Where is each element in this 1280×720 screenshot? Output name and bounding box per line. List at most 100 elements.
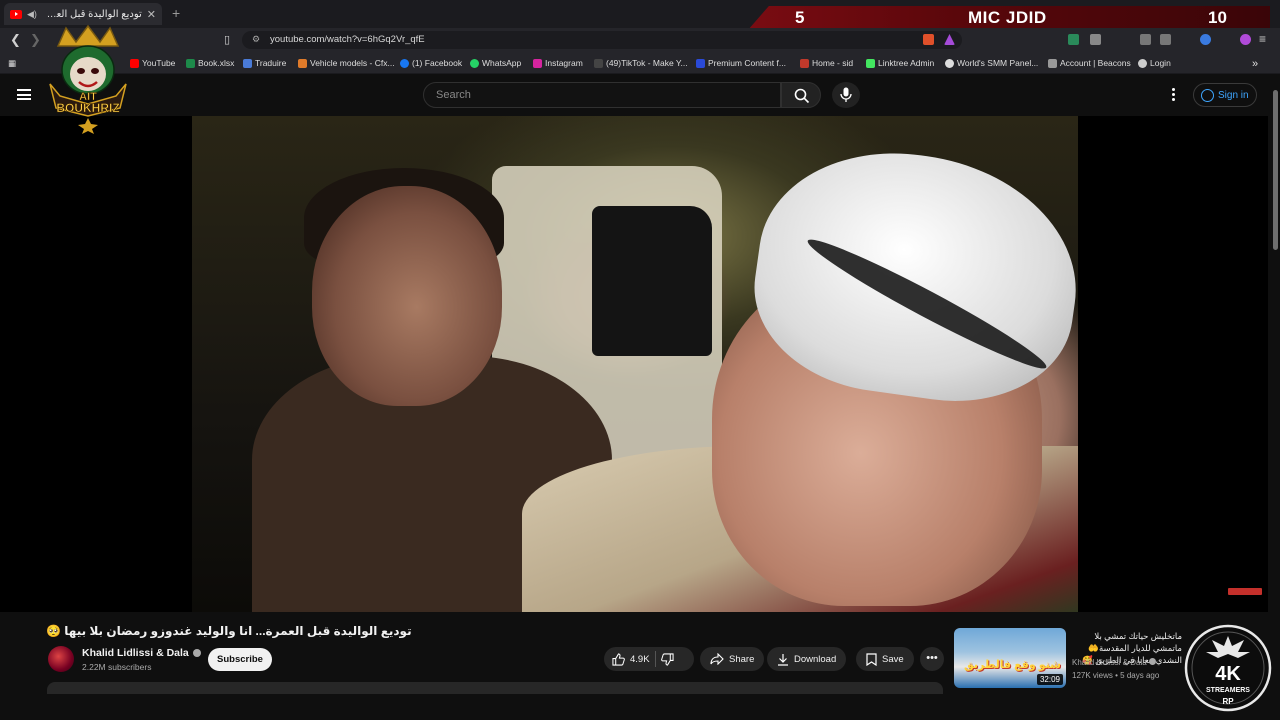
back-icon[interactable]: ❮ xyxy=(10,32,21,48)
badge-tag-text: RP xyxy=(1222,697,1234,706)
media-icon[interactable] xyxy=(1140,34,1151,45)
bookmark-favicon xyxy=(866,58,875,68)
streamer-logo: AIT BOUKHRIZ xyxy=(49,24,127,134)
browser-tab[interactable]: ◀) توديع الواليدة قبل العمرة... انا و ✕ xyxy=(4,3,162,25)
more-actions-icon[interactable]: ••• xyxy=(920,647,944,671)
bookmark-favicon xyxy=(1048,58,1057,68)
bookmark-linktree[interactable]: Linktree Admin xyxy=(866,58,934,68)
extension-icon[interactable] xyxy=(1068,34,1079,45)
save-label: Save xyxy=(882,653,904,665)
video-duration: 32:09 xyxy=(1036,674,1063,685)
bookmark-facebook[interactable]: (1) Facebook xyxy=(400,58,462,68)
video-player[interactable] xyxy=(0,116,1268,612)
tab-title: توديع الواليدة قبل العمرة... انا و xyxy=(42,8,142,20)
bookmark-smm-panel[interactable]: World's SMM Panel... xyxy=(945,58,1038,68)
channel-avatar[interactable] xyxy=(48,646,74,672)
sign-in-label: Sign in xyxy=(1218,89,1249,101)
bookmark-book[interactable]: Book.xlsx xyxy=(186,58,234,68)
suggested-video-thumbnail[interactable]: شنو وقع فالطريق 32:09 xyxy=(954,628,1066,688)
bookmark-favicon xyxy=(696,58,705,68)
bookmark-home-sid[interactable]: Home - sid xyxy=(800,58,853,68)
sign-in-button[interactable]: Sign in xyxy=(1193,83,1257,107)
screen: ◀) توديع الواليدة قبل العمرة... انا و ✕ … xyxy=(0,0,1280,720)
new-tab-button[interactable]: + xyxy=(172,5,180,21)
thumbs-up-icon xyxy=(612,652,625,666)
youtube-favicon-icon xyxy=(10,9,22,19)
thumbs-down-icon[interactable] xyxy=(660,652,674,666)
apps-grid-icon[interactable]: ▦ xyxy=(8,58,16,69)
vpn-icon[interactable] xyxy=(1200,34,1211,45)
overlay-title: MIC JDID xyxy=(968,8,1047,27)
subscriber-count: 2.22M subscribers xyxy=(82,662,152,672)
verified-icon xyxy=(192,649,201,657)
browser-menu-icon[interactable]: ≡ xyxy=(1259,32,1266,46)
more-bookmarks-icon[interactable]: » xyxy=(1252,58,1258,70)
van-window xyxy=(592,206,712,356)
divider xyxy=(654,651,656,667)
bookmark-instagram[interactable]: Instagram xyxy=(533,58,583,68)
sidebar-icon[interactable] xyxy=(1160,34,1171,45)
bookmark-favicon xyxy=(945,58,954,68)
settings-menu-icon[interactable] xyxy=(1172,88,1176,102)
bookmark-favicon xyxy=(533,58,542,68)
streamers-badge-logo: 4K STREAMERS RP xyxy=(1184,624,1272,712)
bookmark-favicon xyxy=(400,58,409,68)
search-button[interactable] xyxy=(781,82,821,108)
search-icon xyxy=(794,88,810,104)
url-text: youtube.com/watch?v=6hGq2Vr_qfE xyxy=(270,34,425,45)
subscribe-button[interactable]: Subscribe xyxy=(208,648,272,671)
description-box[interactable] xyxy=(47,682,943,694)
search-input[interactable]: Search xyxy=(423,82,781,108)
bookmark-beacons[interactable]: Account | Beacons xyxy=(1048,58,1131,68)
bookmark-login[interactable]: Login xyxy=(1138,58,1171,68)
bookmark-premium-content[interactable]: Premium Content f... xyxy=(696,58,786,68)
menu-icon[interactable] xyxy=(17,89,31,100)
bookmark-favicon xyxy=(594,58,603,68)
save-icon xyxy=(866,652,877,666)
verified-icon xyxy=(1148,658,1156,665)
suggested-channel-name[interactable]: Khalid Lidlissi & Dala xyxy=(1072,658,1156,667)
page-bottom xyxy=(0,694,1268,720)
bookmark-favicon xyxy=(243,58,252,68)
like-dislike-group: 4.9K xyxy=(604,647,694,671)
bookmark-favicon xyxy=(800,58,809,68)
bookmark-icon[interactable]: ▯ xyxy=(224,33,230,46)
save-button[interactable]: Save xyxy=(856,647,914,671)
bookmark-tiktok[interactable]: (49)TikTok - Make Y... xyxy=(594,58,688,68)
like-button[interactable]: 4.9K xyxy=(612,652,650,666)
close-tab-icon[interactable]: ✕ xyxy=(147,8,156,21)
bookmark-vehicle-models[interactable]: Vehicle models - Cfx... xyxy=(298,58,395,68)
boy-face xyxy=(312,186,502,406)
microphone-icon xyxy=(840,87,852,102)
bookmark-favicon xyxy=(1138,58,1147,68)
bookmark-favicon xyxy=(186,58,195,68)
channel-name[interactable]: Khalid Lidlissi & Dala xyxy=(82,647,189,659)
video-watermark-icon xyxy=(1228,588,1262,595)
scrollbar-thumb[interactable] xyxy=(1273,90,1278,250)
account-icon xyxy=(1201,88,1214,102)
speaker-icon[interactable]: ◀) xyxy=(27,9,37,20)
logo-bottom-text: BOUKHRIZ xyxy=(56,101,119,115)
badge-main-text: 4K xyxy=(1215,663,1241,685)
channel-name-row[interactable]: Khalid Lidlissi & Dala xyxy=(82,647,201,659)
share-label: Share xyxy=(729,653,755,665)
site-settings-icon[interactable]: ⚙ xyxy=(252,34,260,45)
badge-sub-text: STREAMERS xyxy=(1206,687,1250,694)
video-title: توديع الواليدة قبل العمرة... انا والوليد… xyxy=(46,624,412,638)
brave-shield-icon[interactable] xyxy=(923,34,934,45)
bookmark-favicon xyxy=(298,58,307,68)
bookmark-favicon xyxy=(470,58,479,68)
thumbnail-text: شنو وقع فالطريق xyxy=(964,659,1061,671)
profile-icon[interactable] xyxy=(1240,34,1251,45)
voice-search-button[interactable] xyxy=(832,82,860,108)
bookmark-whatsapp[interactable]: WhatsApp xyxy=(470,58,521,68)
address-bar[interactable]: ⚙ youtube.com/watch?v=6hGq2Vr_qfE xyxy=(242,31,962,49)
bookmark-traduire[interactable]: Traduire xyxy=(243,58,286,68)
share-icon xyxy=(710,653,724,665)
puzzle-icon[interactable] xyxy=(1090,34,1101,45)
share-button[interactable]: Share xyxy=(700,647,765,671)
suggested-video-meta: 127K views • 5 days ago xyxy=(1072,671,1160,680)
download-button[interactable]: Download xyxy=(767,647,847,671)
overlay-score-left: 5 xyxy=(795,8,805,27)
overlay-score-right: 10 xyxy=(1208,8,1227,27)
